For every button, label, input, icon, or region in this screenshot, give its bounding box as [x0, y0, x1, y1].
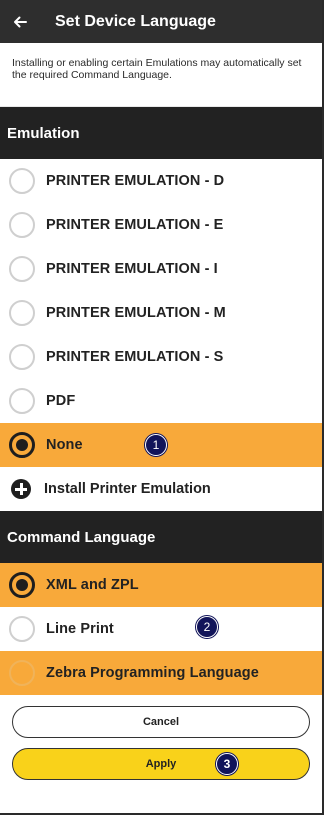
command-language-section-header: Command Language — [0, 511, 322, 563]
emulation-section-header: Emulation — [0, 107, 322, 159]
info-notice: Installing or enabling certain Emulation… — [0, 43, 322, 107]
radio-button[interactable] — [9, 300, 35, 326]
emulation-option-m[interactable]: PRINTER EMULATION - M — [0, 291, 322, 335]
command-option-line-print[interactable]: Line Print 2 — [0, 607, 322, 651]
radio-button-checked[interactable] — [9, 432, 35, 458]
radio-button[interactable] — [9, 388, 35, 414]
radio-button[interactable] — [9, 616, 35, 642]
install-printer-emulation-button[interactable]: Install Printer Emulation — [0, 467, 322, 511]
emulation-option-e[interactable]: PRINTER EMULATION - E — [0, 203, 322, 247]
callout-badge-1: 1 — [145, 434, 167, 456]
option-label: PRINTER EMULATION - M — [46, 305, 226, 321]
option-label: PRINTER EMULATION - I — [46, 261, 218, 277]
command-option-xml-zpl[interactable]: XML and ZPL — [0, 563, 322, 607]
option-label: None — [46, 437, 83, 453]
radio-button[interactable] — [9, 344, 35, 370]
page-title: Set Device Language — [55, 12, 216, 30]
option-label: Zebra Programming Language — [46, 665, 259, 681]
option-label: PDF — [46, 393, 76, 409]
app-screen: Set Device Language Installing or enabli… — [0, 0, 324, 815]
callout-badge-2: 2 — [196, 616, 218, 638]
app-bar: Set Device Language — [0, 0, 322, 43]
emulation-option-none[interactable]: None 1 — [0, 423, 322, 467]
command-option-zpl[interactable]: Zebra Programming Language — [0, 651, 322, 695]
radio-button[interactable] — [9, 256, 35, 282]
back-button[interactable] — [0, 0, 40, 43]
callout-badge-3: 3 — [216, 753, 238, 775]
option-label: Line Print — [46, 621, 114, 637]
arrow-left-icon — [14, 16, 27, 27]
option-label: PRINTER EMULATION - D — [46, 173, 225, 189]
add-circle-icon — [11, 479, 31, 499]
install-label: Install Printer Emulation — [44, 481, 211, 497]
emulation-option-pdf[interactable]: PDF — [0, 379, 322, 423]
action-buttons: Cancel Apply 3 — [0, 695, 322, 780]
radio-button[interactable] — [9, 212, 35, 238]
emulation-option-s[interactable]: PRINTER EMULATION - S — [0, 335, 322, 379]
emulation-option-i[interactable]: PRINTER EMULATION - I — [0, 247, 322, 291]
option-label: XML and ZPL — [46, 577, 139, 593]
option-label: PRINTER EMULATION - S — [46, 349, 224, 365]
radio-button-checked[interactable] — [9, 572, 35, 598]
radio-button[interactable] — [9, 168, 35, 194]
apply-label: Apply — [145, 758, 177, 770]
option-label: PRINTER EMULATION - E — [46, 217, 224, 233]
radio-button[interactable] — [9, 660, 35, 686]
apply-button[interactable]: Apply 3 — [12, 748, 310, 780]
emulation-option-d[interactable]: PRINTER EMULATION - D — [0, 159, 322, 203]
cancel-button[interactable]: Cancel — [12, 706, 310, 738]
